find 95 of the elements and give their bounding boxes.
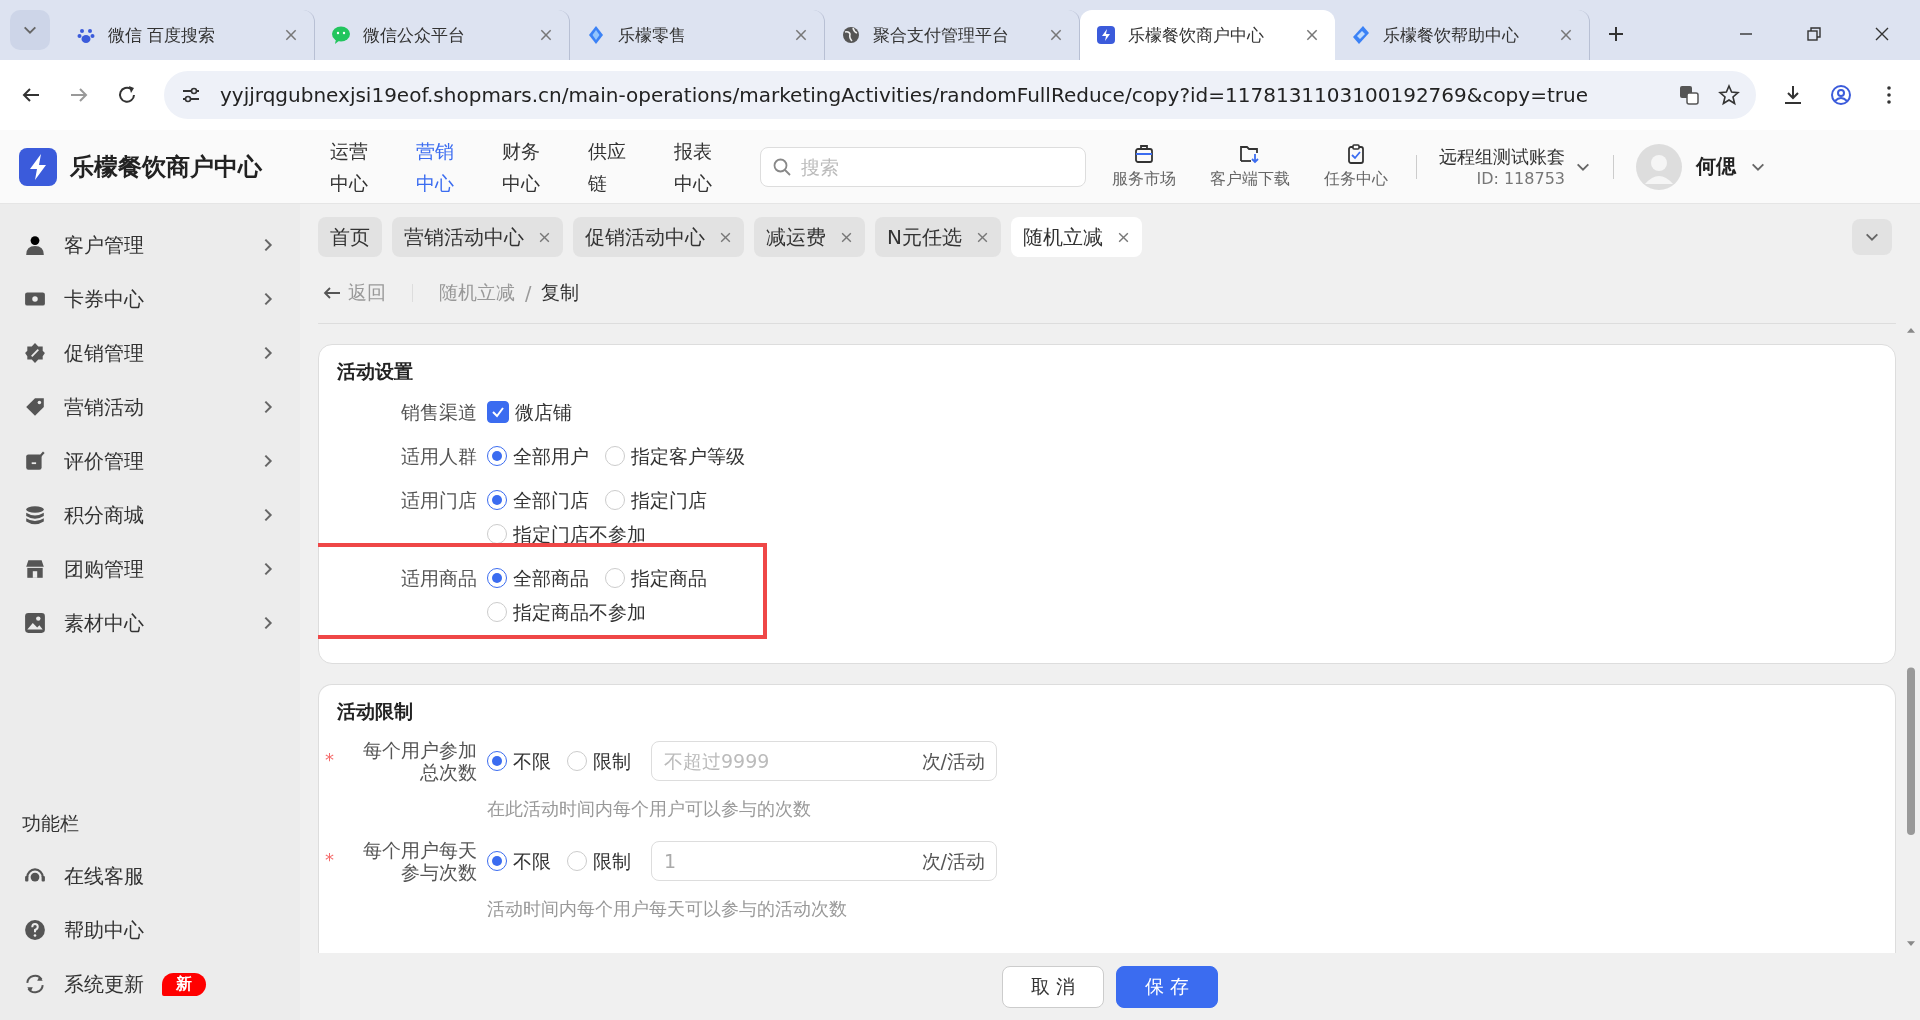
edit-icon: [24, 450, 46, 472]
profile-icon[interactable]: [1830, 84, 1852, 106]
section-title: 功能栏: [22, 811, 80, 836]
sidebar-item[interactable]: 帮助中心: [0, 903, 300, 957]
page-tab[interactable]: 营销活动中心: [392, 217, 563, 257]
toolbar-button[interactable]: 服务市场: [1106, 143, 1182, 190]
translate-icon[interactable]: [1678, 84, 1700, 106]
sidebar-item[interactable]: 系统更新 新: [0, 957, 300, 1011]
avatar-icon: [1636, 143, 1682, 190]
app-logo-icon: [1096, 25, 1116, 45]
close-icon[interactable]: [1305, 28, 1319, 42]
nav-item[interactable]: 运营中心: [330, 134, 390, 199]
radio-option[interactable]: 全部商品: [487, 565, 589, 591]
radio-option[interactable]: 指定商品: [605, 565, 707, 591]
app-title: 乐檬餐饮商户中心: [70, 151, 262, 183]
page-tab[interactable]: N元任选: [875, 217, 1001, 257]
radio-option[interactable]: 指定商品不参加: [487, 599, 646, 625]
page-tab[interactable]: 首页: [318, 217, 382, 257]
page-tab[interactable]: 减运费: [754, 217, 865, 257]
radio-option[interactable]: 指定门店: [605, 487, 707, 513]
sidebar-item[interactable]: 素材中心: [0, 596, 300, 650]
nav-item[interactable]: 财务中心: [502, 134, 562, 199]
coin-stack-icon: [24, 504, 46, 526]
checkbox-option[interactable]: 微店铺: [487, 399, 572, 425]
close-icon[interactable]: [1874, 26, 1890, 42]
help-text: 活动时间内每个用户每天可以参与的活动次数: [487, 897, 848, 921]
nav-item[interactable]: 营销中心: [416, 134, 476, 199]
help-text: 在此活动时间内每个用户可以参与的次数: [487, 797, 812, 821]
save-button[interactable]: 保 存: [1116, 966, 1219, 1008]
image-icon: [24, 612, 46, 634]
logo-icon: [18, 146, 58, 187]
sidebar-item[interactable]: 促销管理: [0, 326, 300, 380]
reload-icon[interactable]: [116, 84, 138, 106]
star-icon[interactable]: [1718, 84, 1740, 106]
help-icon: [24, 919, 46, 941]
field-label: 销售渠道: [400, 400, 478, 425]
download-icon[interactable]: [1782, 84, 1804, 106]
badge-icon: [24, 342, 46, 364]
back-arrow-icon: [322, 285, 342, 301]
sidebar-item[interactable]: 积分商城: [0, 488, 300, 542]
diamond-icon: [1351, 25, 1371, 45]
radio-option[interactable]: 全部门店: [487, 487, 589, 513]
page-tab[interactable]: 随机立减: [1010, 217, 1142, 257]
field-label: 适用门店: [400, 488, 478, 513]
user-menu[interactable]: 何偲: [1636, 143, 1766, 190]
briefcase-icon: [1133, 143, 1155, 165]
sidebar-item[interactable]: 卡券中心: [0, 272, 300, 326]
clipboard-check-icon: [1345, 143, 1367, 165]
search-icon: [772, 156, 792, 177]
chat-bubble-icon: [331, 25, 351, 45]
diamond-icon: [586, 25, 606, 45]
required-mark: *: [325, 749, 334, 771]
radio-option[interactable]: 指定客户等级: [605, 443, 745, 469]
radio-option[interactable]: 指定门店不参加: [487, 521, 646, 547]
page-tab[interactable]: 促销活动中心: [573, 217, 744, 257]
address-bar[interactable]: yyjjrqgubnexjsi19eof.shopmars.cn/main-operations/marketingActivities/randomFullReduce/copy?id=1178131103100192769&copy=true: [164, 71, 1756, 119]
sidebar-item[interactable]: 团购管理: [0, 542, 300, 596]
search-field[interactable]: 搜索: [760, 146, 1086, 187]
section-title: 活动设置: [337, 359, 414, 384]
section-title: 活动限制: [337, 699, 414, 724]
toolbar-button[interactable]: 客户端下载: [1204, 143, 1296, 190]
folder-download-icon: [1239, 143, 1261, 165]
radio-option[interactable]: 不限: [487, 848, 551, 874]
nav-item[interactable]: 报表中心: [674, 134, 734, 199]
globe-icon: [841, 25, 861, 45]
breadcrumb-separator: /: [525, 282, 532, 304]
new-tab-icon[interactable]: [1606, 24, 1626, 44]
required-mark: *: [325, 849, 334, 871]
field-label: 适用商品: [400, 566, 478, 591]
cancel-button[interactable]: 取 消: [1001, 966, 1104, 1008]
sidebar-item[interactable]: 营销活动: [0, 380, 300, 434]
refresh-icon: [24, 973, 46, 995]
restore-icon[interactable]: [1806, 26, 1822, 42]
field-label: 适用人群: [400, 444, 478, 469]
breadcrumb-item: 复制: [541, 280, 580, 305]
nav-item[interactable]: 供应链: [588, 134, 648, 199]
sidebar-item[interactable]: 客户管理: [0, 218, 300, 272]
radio-option[interactable]: 限制: [567, 748, 631, 774]
field-label: 每个用户每天参与次数: [362, 839, 477, 883]
toolbar-button[interactable]: 任务中心: [1318, 143, 1394, 190]
unit-label: 次/活动: [921, 849, 985, 874]
unit-label: 次/活动: [921, 749, 985, 774]
person-icon: [24, 234, 46, 256]
radio-option[interactable]: 限制: [567, 848, 631, 874]
radio-option[interactable]: 不限: [487, 748, 551, 774]
store-icon: [24, 558, 46, 580]
tag-icon: [24, 396, 46, 418]
field-label: 每个用户参加总次数: [362, 739, 477, 783]
radio-option[interactable]: 全部用户: [487, 443, 589, 469]
account-switcher[interactable]: 远程组测试账套 ID: 118753: [1439, 145, 1591, 188]
close-icon[interactable]: [1116, 230, 1130, 244]
new-badge: 新: [162, 972, 206, 996]
browser-tab[interactable]: 乐檬餐饮商户中心: [1080, 10, 1335, 60]
sidebar-item[interactable]: 评价管理: [0, 434, 300, 488]
sidebar-item[interactable]: 在线客服: [0, 849, 300, 903]
